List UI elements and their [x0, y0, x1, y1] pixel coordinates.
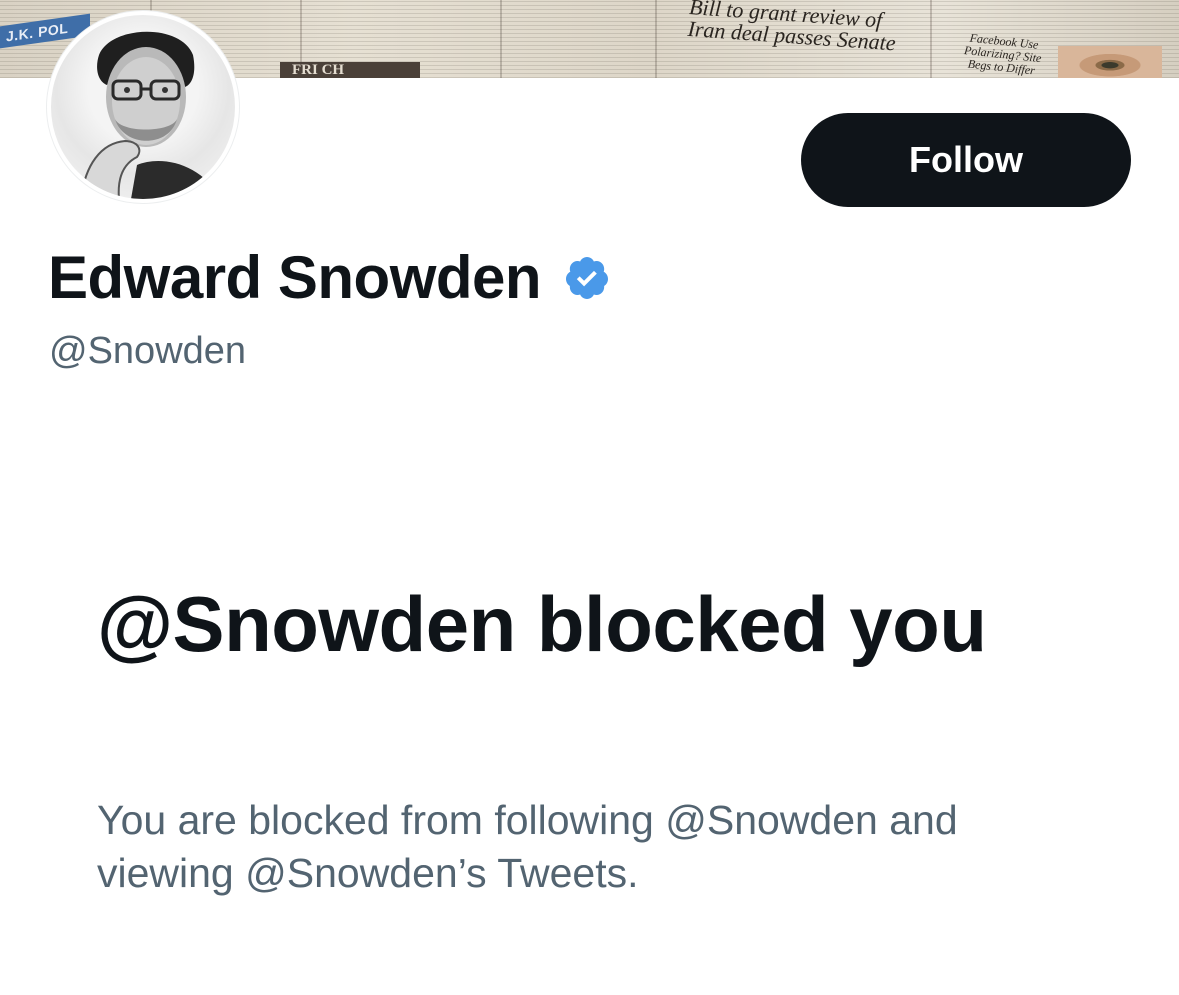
- banner-column-rule: [500, 0, 502, 78]
- banner-column-rule: [930, 0, 932, 78]
- verified-badge-icon[interactable]: [563, 254, 611, 302]
- banner-column-rule: [655, 0, 657, 78]
- banner-eye-photo: [1058, 46, 1162, 78]
- avatar-portrait-icon: [79, 31, 221, 199]
- profile-name-row: Edward Snowden: [48, 244, 611, 312]
- blocked-title: @Snowden blocked you: [97, 580, 987, 668]
- display-name: Edward Snowden: [48, 244, 542, 311]
- follow-button[interactable]: Follow: [801, 113, 1131, 207]
- avatar-photo: [51, 15, 235, 199]
- banner-dark-bar: FRI CH: [280, 62, 420, 78]
- profile-handle: @Snowden: [49, 330, 247, 372]
- banner-dark-bar-text: FRI CH: [292, 62, 345, 78]
- profile-avatar[interactable]: [47, 11, 239, 203]
- blocked-description: You are blocked from following @Snowden …: [97, 797, 958, 896]
